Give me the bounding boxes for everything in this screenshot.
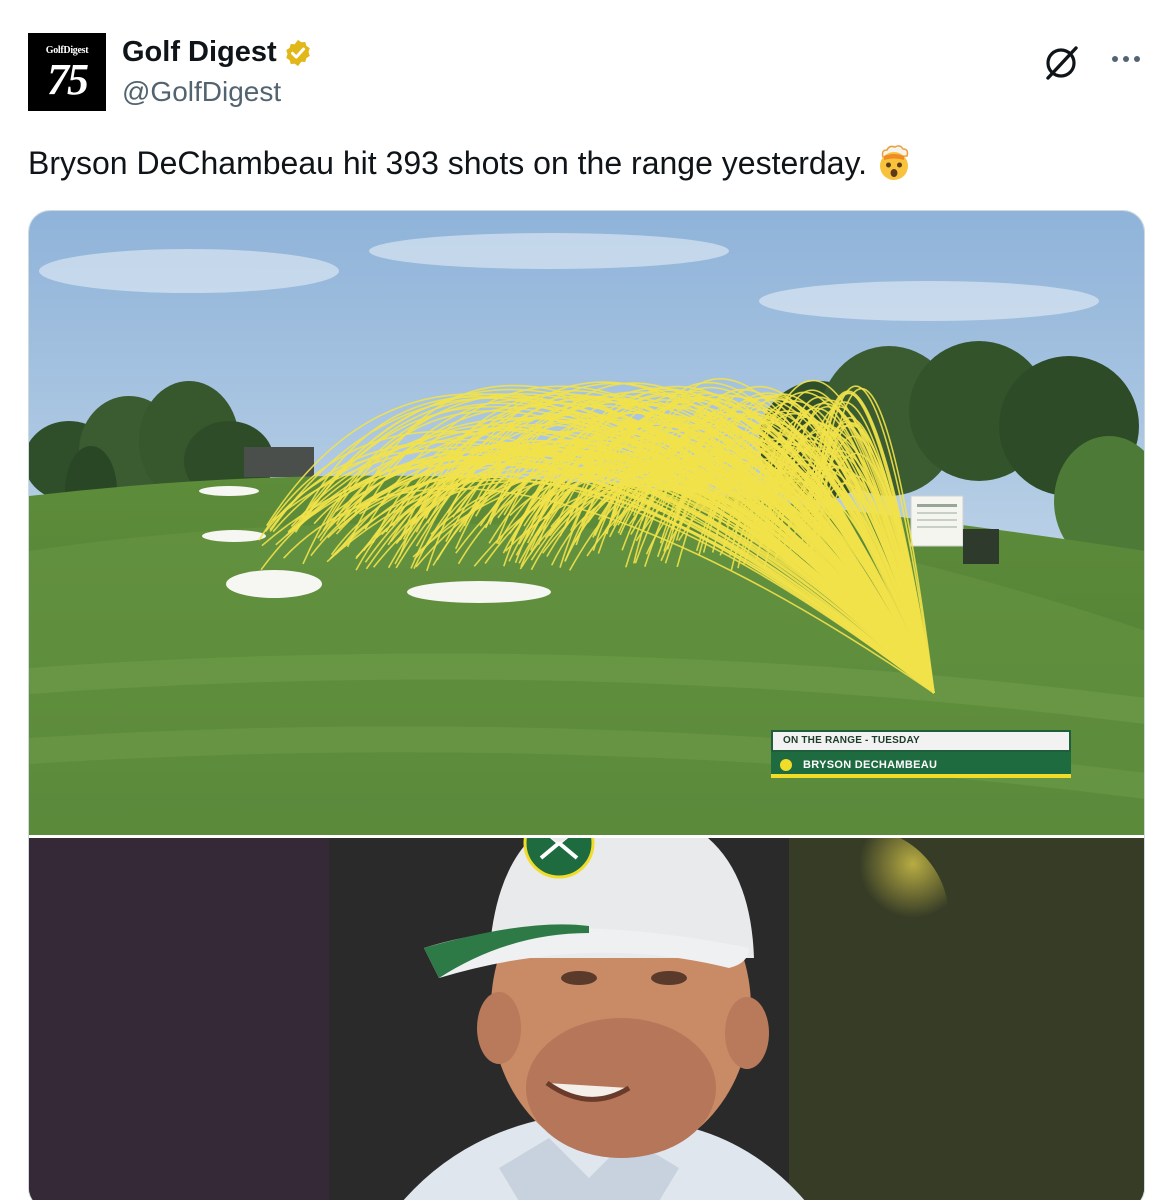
clubhouse bbox=[244, 447, 314, 477]
range-graphic-image[interactable]: ON THE RANGE - TUESDAY BRYSON DECHAMBEAU bbox=[29, 211, 1144, 835]
range-overlay: ON THE RANGE - TUESDAY BRYSON DECHAMBEAU bbox=[771, 730, 1071, 778]
more-dot bbox=[1123, 56, 1129, 62]
grok-icon[interactable] bbox=[1040, 42, 1082, 84]
tweet-media[interactable]: ON THE RANGE - TUESDAY BRYSON DECHAMBEAU bbox=[28, 210, 1145, 1200]
tweet-card: GolfDigest 75 Golf Digest @GolfDigest Br… bbox=[0, 0, 1155, 1200]
tweet-text: Bryson DeChambeau hit 393 shots on the r… bbox=[28, 143, 913, 183]
range-overlay-title: ON THE RANGE - TUESDAY bbox=[771, 730, 1071, 752]
display-name[interactable]: Golf Digest bbox=[122, 36, 277, 69]
author-name-row: Golf Digest bbox=[122, 36, 313, 69]
more-dot bbox=[1112, 56, 1118, 62]
author-handle[interactable]: @GolfDigest bbox=[122, 76, 281, 108]
player-photo[interactable] bbox=[29, 838, 1144, 1200]
more-dot bbox=[1134, 56, 1140, 62]
range-overlay-player-name: BRYSON DECHAMBEAU bbox=[803, 759, 938, 771]
verified-badge-icon[interactable] bbox=[283, 38, 313, 68]
player-photo-scene bbox=[29, 838, 1144, 1200]
exploding-head-emoji-icon bbox=[880, 145, 909, 180]
range-overlay-player: BRYSON DECHAMBEAU bbox=[771, 752, 1071, 778]
player-color-dot bbox=[780, 759, 792, 771]
avatar[interactable]: GolfDigest 75 bbox=[28, 33, 106, 111]
tweet-text-body: Bryson DeChambeau hit 393 shots on the r… bbox=[28, 145, 868, 181]
more-options-icon[interactable] bbox=[1108, 44, 1144, 74]
avatar-number: 75 bbox=[47, 55, 89, 104]
